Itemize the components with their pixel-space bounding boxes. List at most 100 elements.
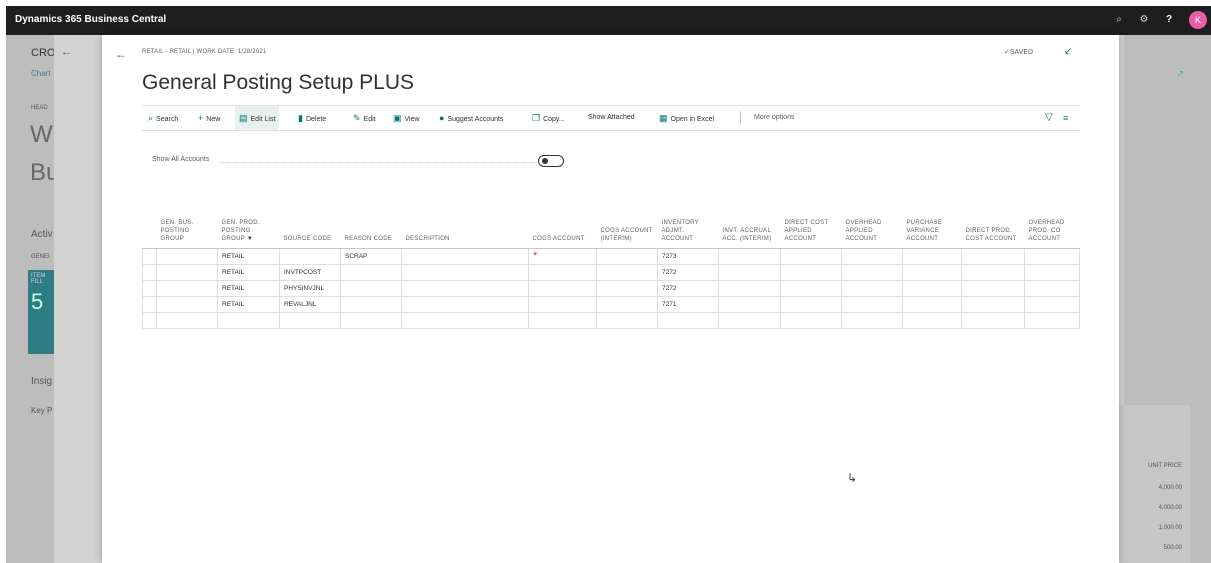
cell-description[interactable] [401,263,529,281]
row-selector[interactable] [142,279,157,297]
table-row[interactable]: RETAIL REVALJNL 7271 [142,295,1080,313]
column-header[interactable]: GEN. BUS. POSTING GROUP [156,200,218,249]
cell-cogs-account-interim[interactable] [596,311,658,329]
list-view-icon[interactable]: ≡ [1063,106,1068,130]
cell-description[interactable] [401,279,529,297]
table-cell[interactable] [961,247,1025,265]
cell-cogs-account[interactable] [528,311,597,329]
table-cell[interactable] [780,247,842,265]
column-header[interactable]: DIRECT PROD. COST ACCOUNT [961,200,1025,249]
show-all-accounts-toggle[interactable] [538,155,564,167]
cell-reason-code[interactable] [340,295,402,313]
table-cell[interactable] [902,311,962,329]
filter-icon[interactable]: ▽ [1045,106,1053,130]
table-cell[interactable] [1024,311,1080,329]
cell-source-code[interactable] [279,311,341,329]
cell-description[interactable] [401,295,529,313]
cell-gen-prod-posting-group[interactable] [217,311,280,329]
cell-source-code[interactable] [279,247,341,265]
search-button[interactable]: ⌕ Search [148,106,178,130]
cell-reason-code[interactable] [340,263,402,281]
table-cell[interactable] [718,311,781,329]
cell-source-code[interactable]: PHYSINVJNL [279,279,341,297]
collapse-icon[interactable]: ↙ [1064,46,1072,57]
table-cell[interactable] [841,279,903,297]
table-cell[interactable] [841,311,903,329]
cell-cogs-account-required[interactable]: * [528,247,597,265]
column-header[interactable]: OVERHEAD PROD. CO ACCOUNT [1024,200,1080,249]
user-avatar[interactable]: K [1189,11,1207,29]
table-row[interactable]: RETAIL INVTPCOST 7272 [142,263,1080,281]
search-icon[interactable]: ⌕ [1111,12,1127,28]
cell-cogs-account[interactable] [528,279,597,297]
row-selector[interactable] [142,247,157,265]
row-selector[interactable] [142,263,157,281]
cell-gen-bus-posting-group[interactable] [156,311,218,329]
edit-button[interactable]: ✎ Edit [353,106,376,130]
table-cell[interactable] [961,311,1025,329]
column-header[interactable]: INVENTORY ADJMT. ACCOUNT [657,200,719,249]
table-cell[interactable] [961,295,1025,313]
column-header[interactable]: SOURCE CODE [279,200,341,249]
table-cell[interactable] [902,247,962,265]
column-header[interactable]: PURCHASE VARIANCE ACCOUNT [902,200,962,249]
column-header[interactable]: COGS ACCOUNT (INTERIM) [596,200,658,249]
cell-description[interactable] [401,311,529,329]
table-cell[interactable] [902,263,962,281]
row-selector[interactable] [142,295,157,313]
table-cell[interactable] [841,263,903,281]
more-options-button[interactable]: More options [754,106,794,130]
table-cell[interactable] [961,279,1025,297]
table-cell[interactable] [718,295,781,313]
cell-cogs-account-interim[interactable] [596,263,658,281]
column-header[interactable]: GEN. PROD. POSTING GROUP ▼ [217,200,280,249]
cell-gen-bus-posting-group[interactable] [156,295,218,313]
table-cell[interactable] [961,263,1025,281]
cell-cogs-account-interim[interactable] [596,247,658,265]
open-in-excel-button[interactable]: ▦ Open in Excel [659,106,714,130]
cell-gen-bus-posting-group[interactable] [156,279,218,297]
suggest-accounts-button[interactable]: ● Suggest Accounts [439,106,503,130]
column-header[interactable]: COGS ACCOUNT [528,200,597,249]
cell-reason-code[interactable] [340,279,402,297]
view-button[interactable]: ▣ View [393,106,420,130]
table-cell[interactable] [902,295,962,313]
column-header[interactable]: REASON CODE [340,200,402,249]
cell-gen-bus-posting-group[interactable] [156,263,218,281]
table-cell[interactable] [780,263,842,281]
cell-source-code[interactable]: REVALJNL [279,295,341,313]
settings-icon[interactable]: ⚙ [1136,12,1152,28]
cell-gen-prod-posting-group[interactable]: RETAIL [217,263,280,281]
cell-gen-prod-posting-group[interactable]: RETAIL [217,279,280,297]
cell-inventory-adjmt-account[interactable]: 7273 [657,247,719,265]
table-cell[interactable] [780,311,842,329]
cell-inventory-adjmt-account[interactable]: 7272 [657,279,719,297]
delete-button[interactable]: ▮ Delete [298,106,326,130]
cell-inventory-adjmt-account[interactable]: 7272 [657,263,719,281]
table-row[interactable]: RETAIL SCRAP * 7273 [142,247,1080,265]
table-cell[interactable] [1024,263,1080,281]
cell-inventory-adjmt-account[interactable]: 7271 [657,295,719,313]
show-attached-button[interactable]: Show Attached [588,106,635,130]
cell-gen-prod-posting-group[interactable]: RETAIL [217,295,280,313]
table-row[interactable]: RETAIL PHYSINVJNL 7272 [142,279,1080,297]
cell-description[interactable] [401,247,529,265]
table-cell[interactable] [1024,279,1080,297]
table-cell[interactable] [780,279,842,297]
cell-cogs-account-interim[interactable] [596,279,658,297]
table-cell[interactable] [718,247,781,265]
table-cell[interactable] [902,279,962,297]
table-cell[interactable] [718,263,781,281]
table-row-new[interactable] [142,311,1080,329]
back-arrow-icon[interactable]: ← [112,45,130,63]
edit-list-button[interactable]: ▤ Edit List [235,106,280,130]
table-cell[interactable] [841,247,903,265]
column-header[interactable]: DIRECT COST APPLIED ACCOUNT [780,200,842,249]
table-cell[interactable] [1024,247,1080,265]
cell-source-code[interactable]: INVTPCOST [279,263,341,281]
cell-cogs-account[interactable] [528,295,597,313]
copy-button[interactable]: ❐ Copy... [532,106,565,130]
cell-cogs-account[interactable] [528,263,597,281]
table-cell[interactable] [718,279,781,297]
new-button[interactable]: + New [198,106,220,130]
